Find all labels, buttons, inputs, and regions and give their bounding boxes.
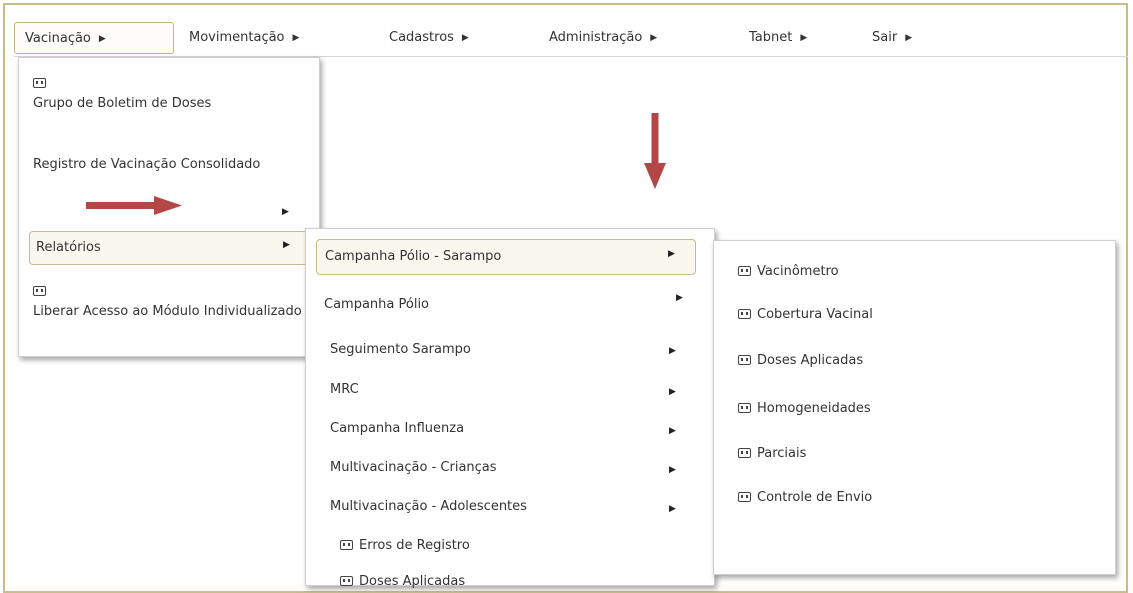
- menu-item-label: Doses Aplicadas: [359, 574, 466, 589]
- relatorios-submenu: Campanha Pólio - Sarampo ▶ Campanha Póli…: [305, 228, 715, 589]
- window-icon: [340, 575, 353, 586]
- window-icon: [738, 308, 751, 319]
- campanha-polio-sarampo-submenu: Vacinômetro Cobertura Vacinal Doses Apli…: [713, 240, 1116, 575]
- menu-item-campanha-polio[interactable]: Campanha Pólio ▶: [324, 293, 694, 315]
- menu-item-label: Controle de Envio: [757, 490, 873, 505]
- menu-item-controle-de-envio[interactable]: Controle de Envio: [738, 487, 872, 508]
- menubar-item-tabnet[interactable]: Tabnet ▶: [749, 22, 807, 54]
- menu-item-label: Campanha Influenza: [330, 421, 465, 436]
- window-icon: [738, 491, 751, 502]
- menubar-label: Cadastros: [389, 30, 454, 45]
- menu-item-doses-aplicadas[interactable]: Doses Aplicadas: [738, 350, 863, 371]
- chevron-right-icon: ▶: [282, 207, 289, 217]
- menu-item-registro-vacinacao-consolidado[interactable]: Registro de Vacinação Consolidado: [33, 154, 273, 175]
- menu-item-cobertura-vacinal[interactable]: Cobertura Vacinal: [738, 304, 873, 325]
- menu-item-liberar-acesso[interactable]: Liberar Acesso ao Módulo Individualizado: [33, 280, 303, 322]
- chevron-right-icon: ▶: [669, 465, 676, 475]
- menu-item-mrc[interactable]: MRC ▶: [330, 379, 690, 400]
- menu-item-label: Registro de Vacinação Consolidado: [33, 157, 261, 172]
- menu-item-label: Parciais: [757, 446, 807, 461]
- menu-item-grupo-boletim[interactable]: Grupo de Boletim de Doses: [33, 72, 273, 114]
- chevron-right-icon: ▶: [669, 346, 676, 356]
- window-icon: [340, 539, 353, 550]
- chevron-right-icon: ▶: [292, 33, 300, 43]
- window-icon: [738, 265, 751, 276]
- annotation-arrow-right-icon: [86, 196, 182, 215]
- menu-item-multivacinacao-adolescentes[interactable]: Multivacinação - Adolescentes ▶: [330, 496, 690, 517]
- window-icon: [738, 447, 751, 458]
- menubar-label: Tabnet: [749, 30, 793, 45]
- menubar-item-sair[interactable]: Sair ▶: [872, 22, 912, 54]
- menubar-item-administracao[interactable]: Administração ▶: [549, 22, 657, 54]
- chevron-right-icon: ▶: [650, 33, 658, 43]
- menu-item-homogeneidades[interactable]: Homogeneidades: [738, 398, 871, 419]
- menu-item-label: Doses Aplicadas: [757, 353, 864, 368]
- chevron-right-icon: ▶: [98, 34, 106, 44]
- menu-item-label: Campanha Pólio - Sarampo: [325, 249, 502, 264]
- menubar-item-movimentacao[interactable]: Movimentação ▶: [189, 22, 299, 54]
- menu-item-label: Seguimento Sarampo: [330, 342, 471, 357]
- menu-item-label: Grupo de Boletim de Doses: [33, 96, 212, 111]
- menubar-item-vacinacao[interactable]: Vacinação ▶: [14, 22, 174, 54]
- annotation-arrow-down-icon: [644, 113, 666, 189]
- menu-item-label: Erros de Registro: [359, 538, 470, 553]
- chevron-right-icon: ▶: [668, 249, 675, 259]
- menu-item-label: Relatórios: [36, 240, 101, 255]
- window-icon: [33, 280, 303, 301]
- menu-item-multivacinacao-criancas[interactable]: Multivacinação - Crianças ▶: [330, 457, 690, 478]
- chevron-right-icon: ▶: [669, 426, 676, 436]
- menu-item-label: Cobertura Vacinal: [757, 307, 873, 322]
- chevron-right-icon: ▶: [461, 33, 469, 43]
- menu-item-campanha-influenza[interactable]: Campanha Influenza ▶: [330, 418, 690, 439]
- window-icon: [33, 72, 273, 93]
- menu-item-label: MRC: [330, 382, 359, 397]
- menubar-item-cadastros[interactable]: Cadastros ▶: [389, 22, 469, 54]
- menu-item-vacinometro[interactable]: Vacinômetro: [738, 261, 839, 282]
- window-icon: [738, 402, 751, 413]
- menu-item-relatorios[interactable]: Relatórios ▶: [29, 231, 311, 265]
- chevron-right-icon: ▶: [905, 33, 913, 43]
- menu-item-label: Multivacinação - Crianças: [330, 460, 497, 475]
- menu-item-label: Multivacinação - Adolescentes: [330, 499, 527, 514]
- menu-item-label: Vacinômetro: [757, 264, 839, 279]
- menu-item-doses-aplicadas[interactable]: Doses Aplicadas: [340, 571, 680, 592]
- main-menubar: Vacinação ▶ Movimentação ▶ Cadastros ▶ Admi…: [14, 22, 1128, 57]
- menubar-label: Movimentação: [189, 30, 285, 45]
- menubar-label: Vacinação: [25, 31, 91, 46]
- chevron-right-icon: ▶: [669, 387, 676, 397]
- menu-item-label: Liberar Acesso ao Módulo Individualizado: [33, 304, 302, 319]
- menubar-label: Sair: [872, 30, 898, 45]
- window-icon: [738, 354, 751, 365]
- menu-item-campanha-polio-sarampo[interactable]: Campanha Pólio - Sarampo ▶: [316, 239, 696, 275]
- chevron-right-icon: ▶: [676, 293, 683, 303]
- menu-item-erros-de-registro[interactable]: Erros de Registro: [340, 535, 680, 556]
- chevron-right-icon: ▶: [800, 33, 808, 43]
- menubar-label: Administração: [549, 30, 643, 45]
- menu-item-label: Homogeneidades: [757, 401, 871, 416]
- chevron-right-icon: ▶: [669, 504, 676, 514]
- menu-item-label: Campanha Pólio: [324, 297, 430, 312]
- menu-item-seguimento-sarampo[interactable]: Seguimento Sarampo ▶: [330, 339, 690, 360]
- menu-item-parciais[interactable]: Parciais: [738, 443, 806, 464]
- chevron-right-icon: ▶: [283, 240, 290, 250]
